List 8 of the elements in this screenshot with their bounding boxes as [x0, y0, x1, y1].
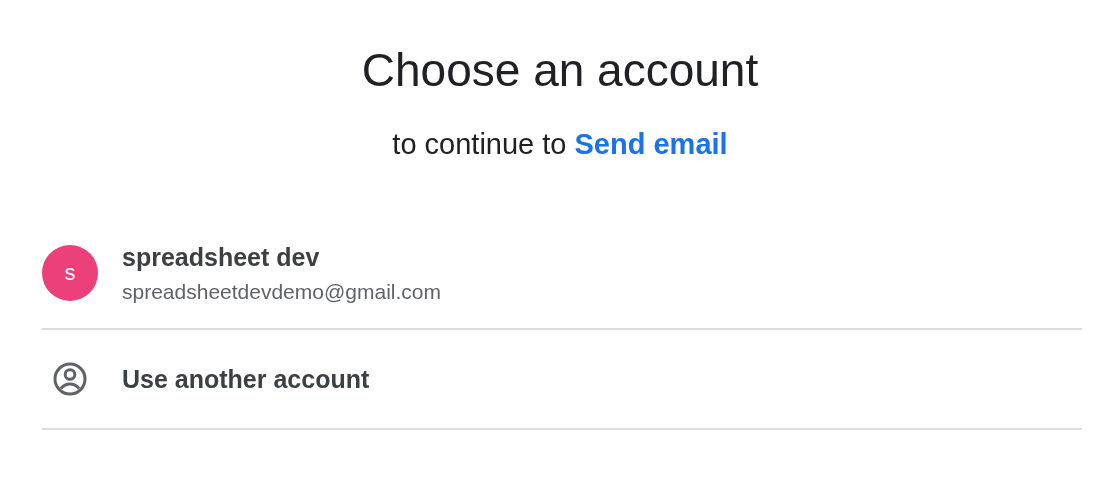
avatar-icon[interactable]: s [42, 245, 98, 301]
use-another-account-link[interactable]: Use another account [122, 364, 370, 394]
account-name[interactable]: spreadsheet dev [122, 242, 441, 272]
page-title: Choose an account [360, 43, 760, 98]
account-email: spreadsheetdevdemo@gmail.com [122, 279, 441, 304]
subtitle: to continue to Send email [391, 127, 729, 162]
app-link[interactable]: Send email [574, 128, 728, 160]
user-circle-icon[interactable] [52, 361, 88, 397]
